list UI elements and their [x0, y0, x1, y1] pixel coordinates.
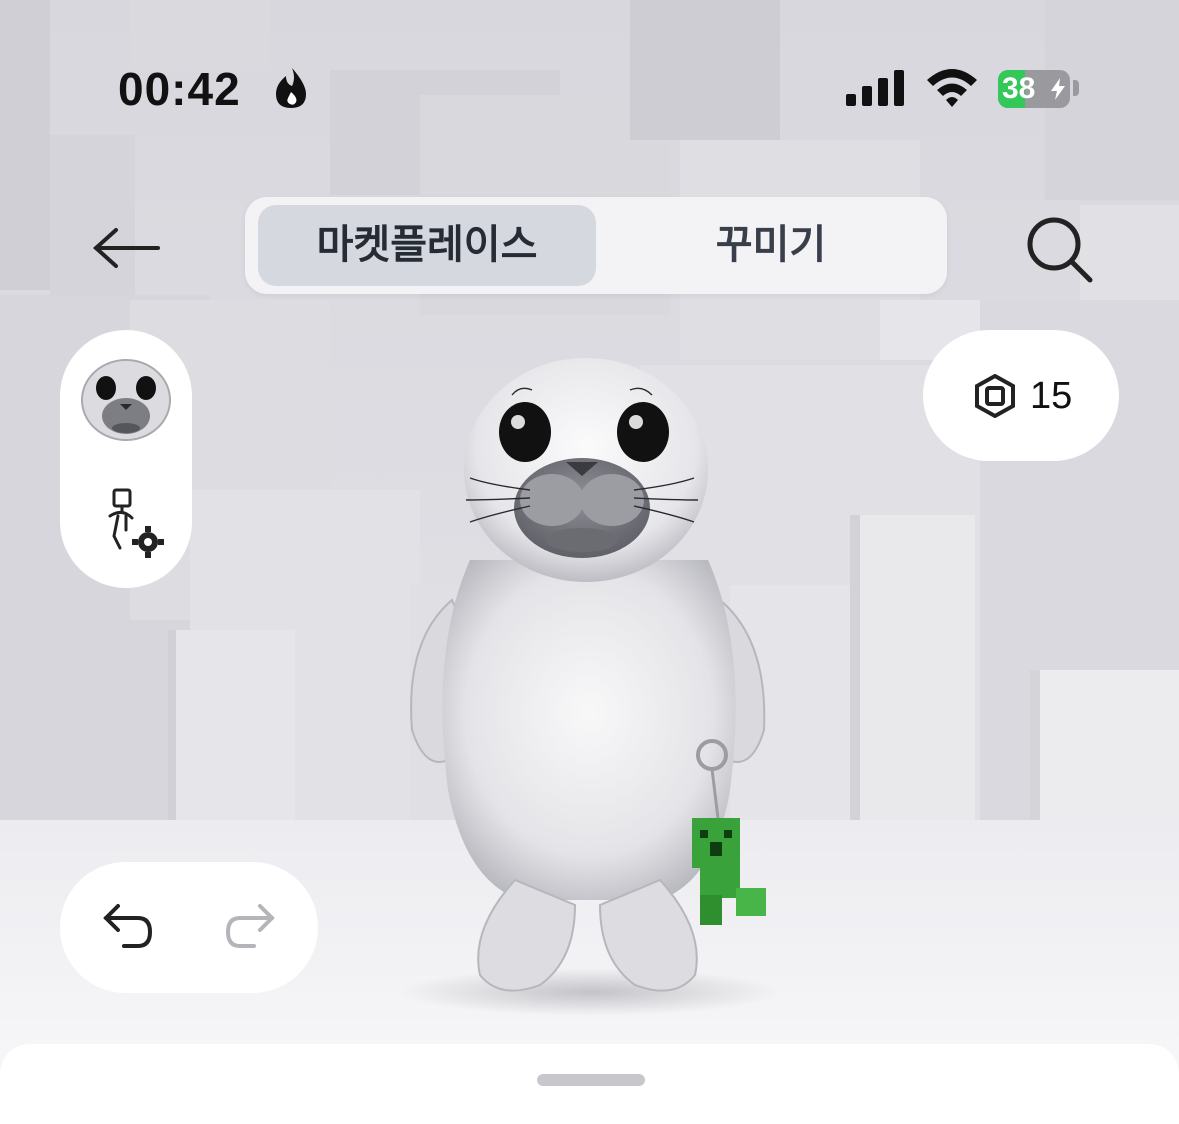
search-button[interactable] — [1022, 212, 1098, 288]
back-button[interactable] — [88, 218, 168, 278]
battery-icon: 38 — [998, 70, 1070, 108]
signal-icon — [846, 70, 904, 106]
bolt-icon — [1051, 78, 1065, 100]
undo-button[interactable] — [98, 902, 156, 952]
flame-icon — [276, 68, 306, 108]
redo-icon — [225, 904, 275, 948]
status-time: 00:42 — [118, 63, 241, 115]
redo-button[interactable] — [222, 902, 280, 952]
avatar-tools-panel — [60, 330, 192, 588]
wifi-icon — [927, 69, 977, 107]
robux-amount: 15 — [1030, 375, 1073, 417]
robux-balance-button[interactable]: 15 — [923, 330, 1119, 461]
search-icon — [1027, 217, 1093, 283]
battery-level: 38 — [1002, 72, 1036, 105]
avatar-settings-button[interactable] — [96, 486, 168, 564]
battery-cap — [1073, 80, 1079, 96]
bottom-sheet — [0, 1044, 1179, 1124]
tab-customize[interactable]: 꾸미기 — [605, 205, 937, 286]
seal-head-avatar[interactable] — [76, 346, 176, 446]
history-controls — [60, 862, 318, 993]
sheet-drag-handle[interactable] — [537, 1074, 645, 1086]
undo-icon — [103, 904, 153, 948]
arrow-left-icon — [93, 228, 160, 268]
robux-icon — [975, 374, 1015, 418]
tab-marketplace[interactable]: 마켓플레이스 — [258, 205, 596, 286]
tab-switcher: 마켓플레이스 꾸미기 — [245, 197, 947, 294]
avatar-settings-icon — [108, 488, 164, 558]
